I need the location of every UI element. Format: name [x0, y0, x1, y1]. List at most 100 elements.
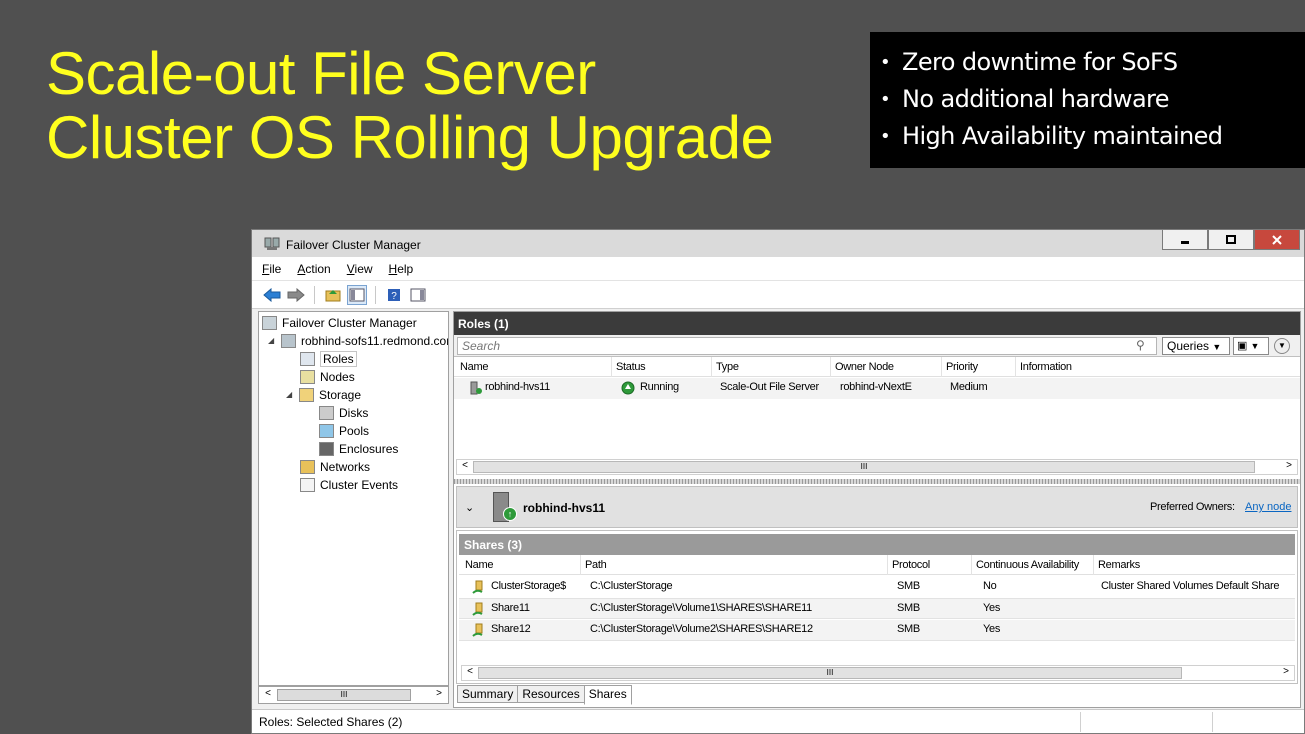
svg-text:?: ? [391, 291, 397, 302]
maximize-button[interactable] [1208, 230, 1254, 250]
bullet-item: • High Availability maintained [880, 122, 1223, 150]
tree-item-cluster-events[interactable]: Cluster Events [300, 476, 398, 493]
help-button[interactable]: ? [384, 285, 404, 305]
menu-view[interactable]: View [347, 262, 373, 276]
tab-resources[interactable]: Resources [517, 685, 585, 703]
scroll-left-icon[interactable]: < [462, 666, 478, 680]
pane-splitter[interactable] [454, 479, 1300, 484]
tree-item-networks[interactable]: Networks [300, 458, 370, 475]
close-button[interactable] [1254, 230, 1300, 250]
scroll-left-icon[interactable]: < [260, 688, 276, 702]
share-path: C:\ClusterStorage [590, 580, 673, 592]
tree-item-label: Enclosures [339, 441, 399, 456]
scroll-right-icon[interactable]: > [1281, 460, 1297, 474]
tree-item-nodes[interactable]: Nodes [300, 368, 355, 385]
column-type[interactable]: Type [711, 357, 739, 377]
forward-button[interactable] [286, 285, 306, 305]
up-level-button[interactable] [323, 285, 343, 305]
collapse-arrow-icon[interactable]: ◢ [268, 336, 276, 345]
tree-item-disks[interactable]: Disks [319, 404, 368, 421]
shared-folder-icon [472, 623, 483, 637]
table-row[interactable]: Share11 C:\ClusterStorage\Volume1\SHARES… [459, 598, 1295, 619]
share-name: ClusterStorage$ [491, 580, 566, 592]
share-name: Share12 [491, 623, 531, 635]
tree-item-label: Nodes [320, 369, 355, 384]
tab-shares[interactable]: Shares [583, 685, 632, 705]
table-row[interactable]: ClusterStorage$ C:\ClusterStorage SMB No… [459, 577, 1295, 598]
running-status-icon [621, 381, 635, 395]
column-name[interactable]: Name [456, 357, 488, 377]
action-pane-button[interactable] [408, 285, 428, 305]
tree-item-storage[interactable]: ◢ Storage [286, 386, 361, 403]
close-icon [1272, 234, 1282, 245]
role-owner-node: robhind-vNextE [840, 381, 912, 393]
menu-help[interactable]: Help [389, 262, 414, 276]
up-folder-icon [325, 289, 341, 301]
column-path[interactable]: Path [580, 555, 607, 575]
maximize-icon [1226, 234, 1236, 244]
minimize-icon [1181, 240, 1189, 244]
shared-folder-icon [472, 602, 483, 616]
status-divider [1212, 712, 1213, 732]
minimize-button[interactable] [1162, 230, 1208, 250]
role-type: Scale-Out File Server [720, 381, 819, 393]
status-text: Roles: Selected Shares (2) [259, 715, 403, 729]
cluster-icon [281, 333, 296, 348]
tree-item-cluster[interactable]: ◢ robhind-sofs11.redmond.corp.microsoft.… [268, 332, 448, 349]
queries-label: Queries [1167, 339, 1210, 353]
roles-header: Roles (1) [454, 312, 1300, 335]
tab-summary[interactable]: Summary [457, 685, 519, 703]
search-icon[interactable]: ⚲ [1136, 338, 1145, 352]
table-row[interactable]: robhind-hvs11 Running Scale-Out File Ser… [454, 378, 1300, 399]
share-protocol: SMB [897, 623, 920, 635]
scrollbar-thumb[interactable]: III [277, 689, 411, 701]
toolbar-separator [375, 285, 376, 304]
column-remarks[interactable]: Remarks [1093, 555, 1140, 575]
scroll-right-icon[interactable]: > [1278, 666, 1294, 680]
collapse-search-button[interactable]: ▼ [1274, 338, 1290, 354]
save-query-button[interactable]: ▣ ▼ [1233, 337, 1269, 355]
table-row[interactable]: Share12 C:\ClusterStorage\Volume2\SHARES… [459, 620, 1295, 641]
forward-arrow-icon [287, 287, 305, 302]
tree-horizontal-scrollbar[interactable]: < III > [258, 686, 449, 704]
show-hide-tree-button[interactable] [347, 284, 367, 305]
roles-icon [300, 351, 315, 366]
column-status[interactable]: Status [611, 357, 646, 377]
title-bar[interactable]: Failover Cluster Manager [252, 230, 1304, 257]
scrollbar-thumb[interactable]: III [473, 461, 1255, 473]
column-information[interactable]: Information [1015, 357, 1072, 377]
column-continuous-availability[interactable]: Continuous Availability [971, 555, 1079, 575]
bullet-item: • Zero downtime for SoFS [880, 48, 1178, 76]
menu-action[interactable]: Action [297, 262, 330, 276]
shares-horizontal-scrollbar[interactable]: < III > [461, 665, 1295, 681]
detail-tabs: Summary Resources Shares [457, 685, 632, 705]
failover-cluster-manager-window: Failover Cluster Manager File Action Vie… [251, 229, 1305, 734]
collapse-chevron-icon[interactable]: ⌄ [465, 501, 474, 514]
search-input[interactable]: Search [457, 337, 1157, 355]
collapse-arrow-icon[interactable]: ◢ [286, 390, 294, 399]
preferred-owners-label: Preferred Owners: [1150, 501, 1235, 513]
role-name: robhind-hvs11 [485, 381, 550, 393]
share-name: Share11 [491, 602, 530, 614]
tree-item-pools[interactable]: Pools [319, 422, 369, 439]
tree-item-label: Failover Cluster Manager [282, 315, 417, 330]
scroll-left-icon[interactable]: < [457, 460, 473, 474]
roles-horizontal-scrollbar[interactable]: < III > [456, 459, 1298, 475]
back-button[interactable] [262, 285, 282, 305]
column-owner-node[interactable]: Owner Node [830, 357, 894, 377]
column-name[interactable]: Name [461, 555, 493, 575]
any-node-link[interactable]: Any node [1245, 501, 1291, 513]
tree-item-enclosures[interactable]: Enclosures [319, 440, 398, 457]
chevron-down-icon: ▼ [1212, 342, 1222, 352]
menu-file[interactable]: File [262, 262, 281, 276]
queries-dropdown[interactable]: Queries ▼ [1162, 337, 1230, 355]
column-protocol[interactable]: Protocol [887, 555, 930, 575]
server-role-icon [470, 381, 482, 395]
show-hide-tree-icon [349, 288, 365, 301]
column-priority[interactable]: Priority [941, 357, 978, 377]
networks-icon [300, 459, 315, 474]
tree-item-roles[interactable]: Roles [300, 350, 357, 367]
scrollbar-thumb[interactable]: III [478, 667, 1182, 679]
scroll-right-icon[interactable]: > [431, 688, 447, 702]
tree-item-root[interactable]: Failover Cluster Manager [262, 314, 417, 331]
